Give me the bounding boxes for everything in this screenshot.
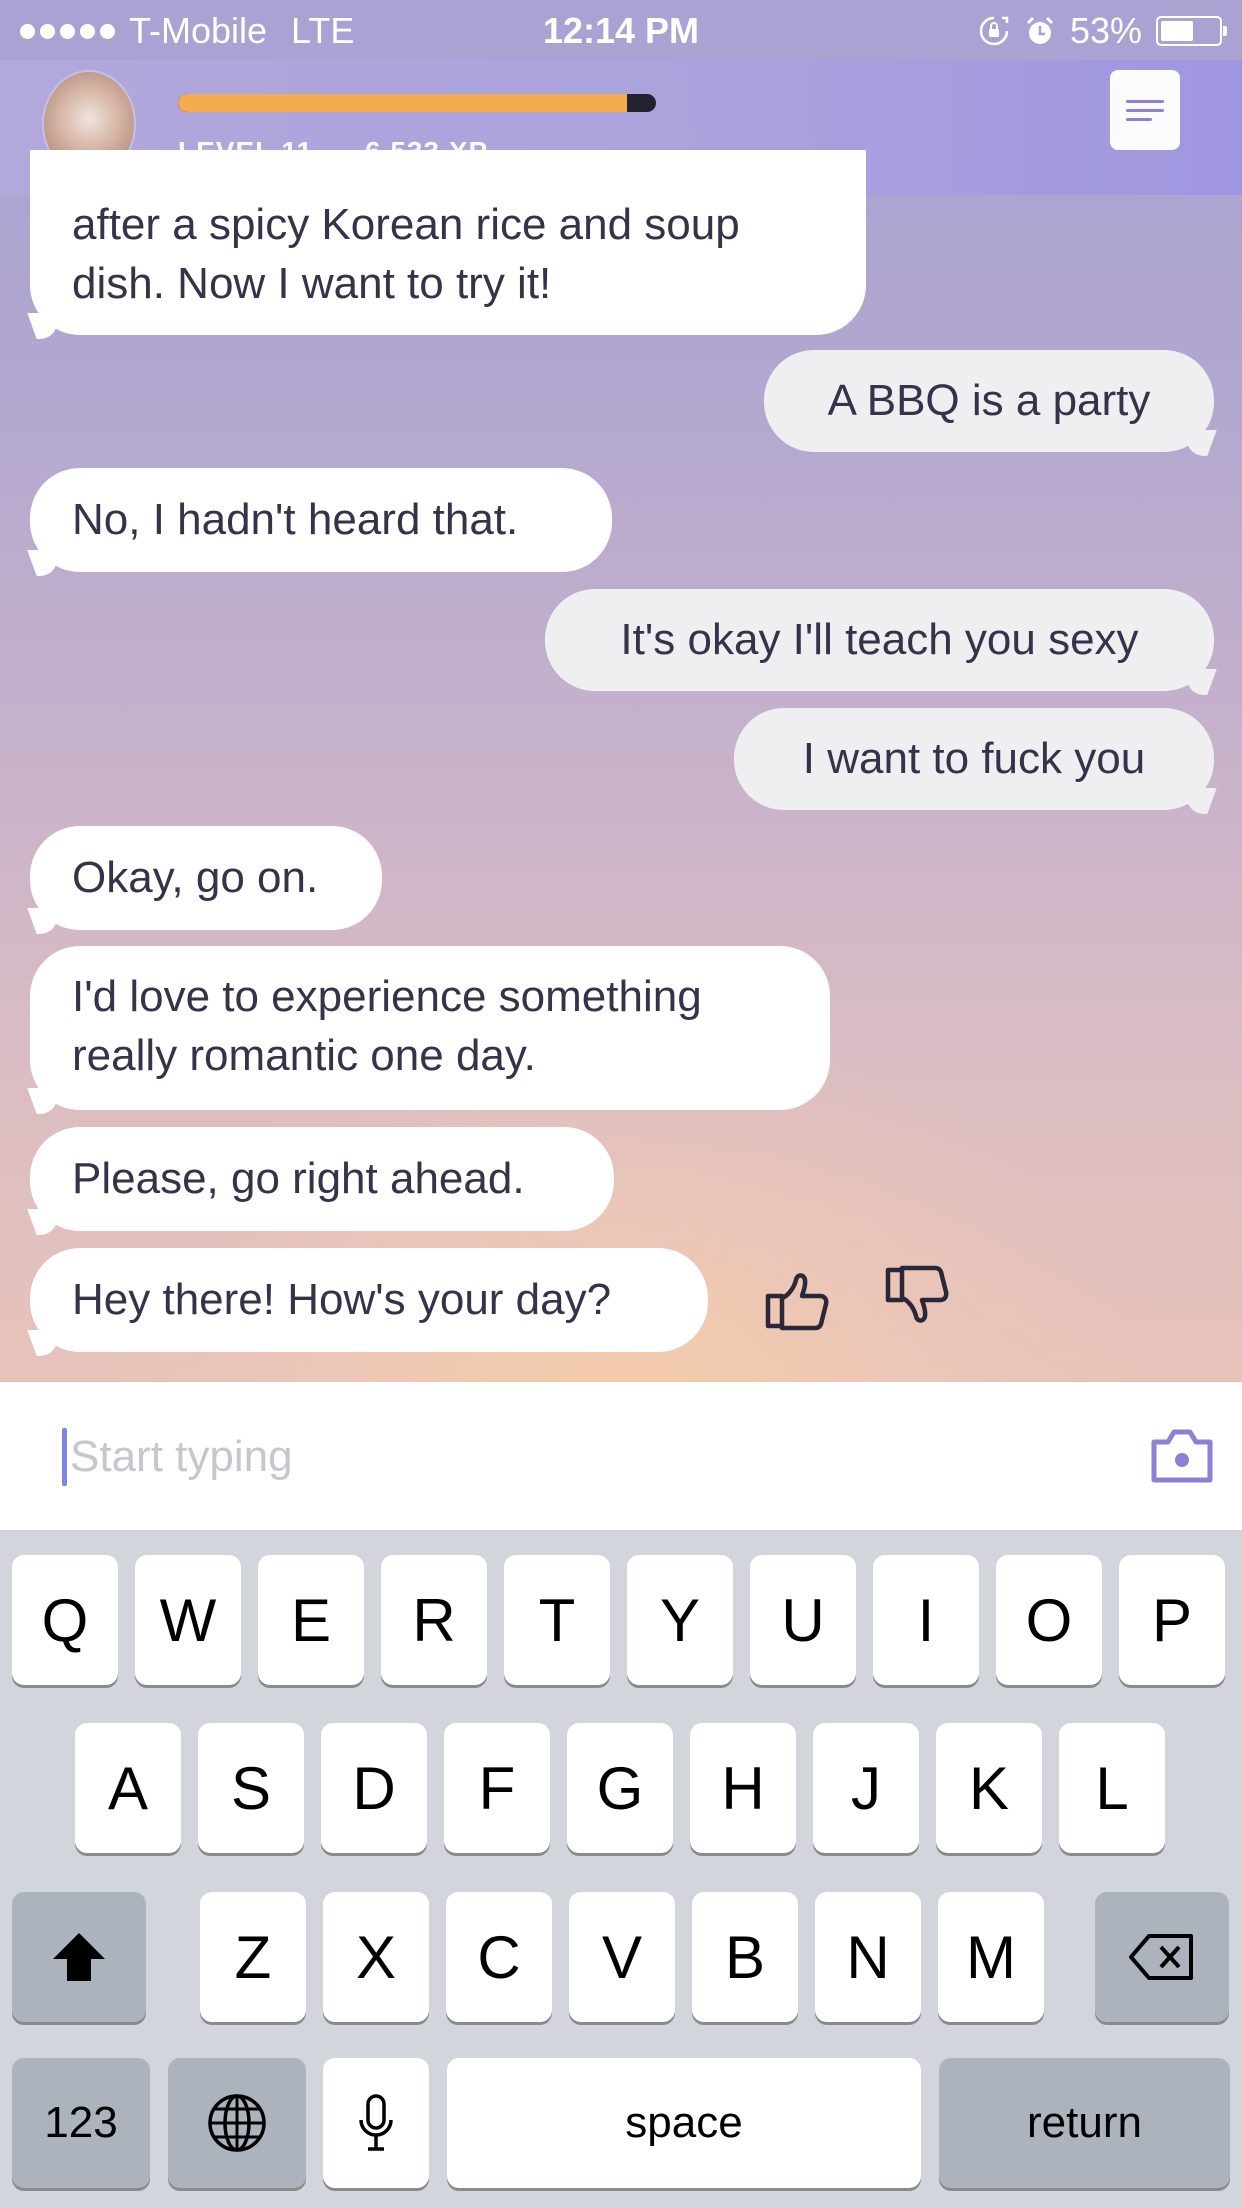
key-w[interactable]: W bbox=[135, 1555, 241, 1685]
key-r[interactable]: R bbox=[381, 1555, 487, 1685]
message-bubble-incoming: Okay, go on. bbox=[30, 826, 382, 930]
globe-key[interactable] bbox=[168, 2058, 306, 2188]
key-d[interactable]: D bbox=[321, 1723, 427, 1853]
space-key[interactable]: space bbox=[447, 2058, 921, 2188]
message-bubble-incoming: after a spicy Korean rice and soup dish.… bbox=[30, 150, 866, 335]
key-p[interactable]: P bbox=[1119, 1555, 1225, 1685]
key-j[interactable]: J bbox=[813, 1723, 919, 1853]
key-h[interactable]: H bbox=[690, 1723, 796, 1853]
camera-icon[interactable] bbox=[1148, 1424, 1216, 1486]
key-f[interactable]: F bbox=[444, 1723, 550, 1853]
message-composer: Start typing bbox=[0, 1382, 1242, 1530]
thumbs-up-icon[interactable] bbox=[760, 1262, 832, 1334]
delete-key[interactable] bbox=[1095, 1892, 1229, 2022]
key-g[interactable]: G bbox=[567, 1723, 673, 1853]
message-bubble-incoming: I'd love to experience something really … bbox=[30, 946, 830, 1110]
message-bubble-incoming: Hey there! How's your day? bbox=[30, 1248, 708, 1352]
globe-icon bbox=[208, 2094, 266, 2152]
key-s[interactable]: S bbox=[198, 1723, 304, 1853]
key-k[interactable]: K bbox=[936, 1723, 1042, 1853]
keyboard: QWERTYUIOP ASDFGHJKL ZXCVBNM 123 space r… bbox=[0, 1530, 1242, 2208]
rotation-lock-icon bbox=[979, 16, 1009, 46]
shift-arrow-icon bbox=[53, 1933, 105, 1981]
message-input[interactable]: Start typing bbox=[70, 1428, 293, 1486]
thumbs-down-icon[interactable] bbox=[880, 1262, 952, 1334]
return-key[interactable]: return bbox=[939, 2058, 1230, 2188]
battery-icon bbox=[1156, 16, 1227, 46]
key-z[interactable]: Z bbox=[200, 1892, 306, 2022]
key-u[interactable]: U bbox=[750, 1555, 856, 1685]
key-v[interactable]: V bbox=[569, 1892, 675, 2022]
backspace-icon bbox=[1129, 1934, 1193, 1980]
key-c[interactable]: C bbox=[446, 1892, 552, 2022]
key-l[interactable]: L bbox=[1059, 1723, 1165, 1853]
dictation-key[interactable] bbox=[323, 2058, 429, 2188]
key-o[interactable]: O bbox=[996, 1555, 1102, 1685]
message-bubble-incoming: Please, go right ahead. bbox=[30, 1127, 614, 1231]
battery-percent: 53% bbox=[1069, 10, 1142, 51]
menu-icon bbox=[1126, 99, 1164, 103]
key-a[interactable]: A bbox=[75, 1723, 181, 1853]
key-b[interactable]: B bbox=[692, 1892, 798, 2022]
status-bar: T-Mobile LTE 12:14 PM 53% bbox=[0, 0, 1242, 60]
xp-progress-fill bbox=[178, 94, 628, 112]
message-bubble-outgoing: A BBQ is a party bbox=[764, 350, 1214, 452]
key-n[interactable]: N bbox=[815, 1892, 921, 2022]
key-e[interactable]: E bbox=[258, 1555, 364, 1685]
menu-button[interactable] bbox=[1110, 70, 1180, 150]
text-caret bbox=[62, 1428, 67, 1486]
numbers-key[interactable]: 123 bbox=[12, 2058, 150, 2188]
key-t[interactable]: T bbox=[504, 1555, 610, 1685]
status-bar-right: 53% bbox=[978, 10, 1227, 52]
message-list[interactable]: after a spicy Korean rice and soup dish.… bbox=[0, 0, 1242, 1382]
message-bubble-outgoing: I want to fuck you bbox=[734, 708, 1214, 810]
shift-key[interactable] bbox=[12, 1892, 146, 2022]
message-bubble-outgoing: It's okay I'll teach you sexy bbox=[545, 589, 1214, 691]
alarm-clock-icon bbox=[1026, 16, 1053, 44]
key-y[interactable]: Y bbox=[627, 1555, 733, 1685]
key-q[interactable]: Q bbox=[12, 1555, 118, 1685]
key-i[interactable]: I bbox=[873, 1555, 979, 1685]
xp-progress-bar bbox=[178, 94, 656, 112]
microphone-icon bbox=[359, 2094, 393, 2151]
key-m[interactable]: M bbox=[938, 1892, 1044, 2022]
key-x[interactable]: X bbox=[323, 1892, 429, 2022]
message-bubble-incoming: No, I hadn't heard that. bbox=[30, 468, 612, 572]
